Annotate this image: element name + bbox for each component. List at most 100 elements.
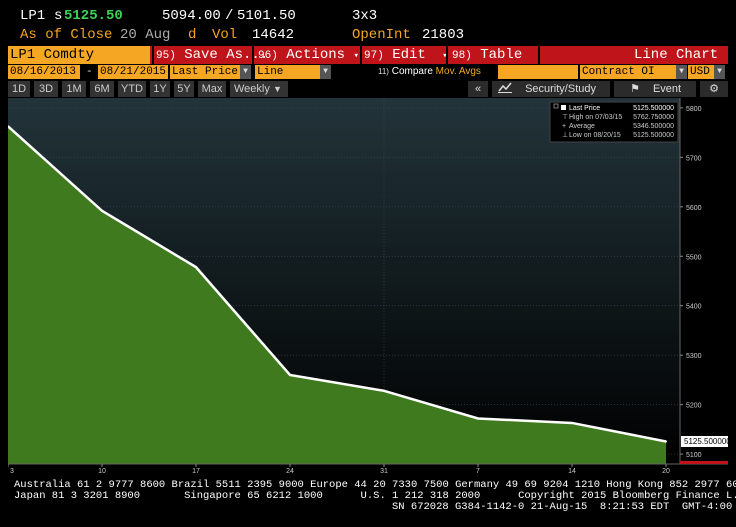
range-6m[interactable]: 6M	[90, 81, 114, 97]
chevron-down-icon[interactable]: ▼	[240, 65, 251, 79]
x-axis-marker	[680, 461, 728, 464]
actions-button[interactable]: 96) Actions ▾	[258, 46, 359, 64]
open-interest: 21803	[422, 27, 465, 43]
chevron-down-icon[interactable]: ▼	[676, 65, 687, 79]
range-1y[interactable]: 1Y	[150, 81, 170, 97]
chevron-down-icon[interactable]: ▼	[320, 65, 331, 79]
range-max[interactable]: Max	[198, 81, 226, 97]
edit-button[interactable]: 97) Edit ▾	[364, 46, 448, 64]
legend-high-label: High on 07/03/15	[569, 114, 622, 121]
chart-style-select[interactable]: Line	[255, 65, 320, 79]
data-point	[289, 373, 291, 376]
data-point	[477, 417, 479, 420]
date-range-dash: -	[86, 66, 93, 78]
last-value-label: 5125.500000	[684, 437, 728, 446]
event-button[interactable]: ⚑ Event	[614, 81, 696, 97]
toolbar-divider	[538, 46, 540, 64]
chevron-down-icon: ▾	[353, 51, 359, 61]
save-as-number: 95)	[156, 50, 176, 62]
x-tick-label: 20	[662, 468, 670, 475]
y-tick-label: 5500	[686, 254, 702, 261]
x-axis-ticks: 31017243171420Jul 2015Aug 2015	[7, 464, 670, 483]
legend-last-price-value: 5125.500000	[633, 105, 674, 112]
y-tick-label: 5600	[686, 205, 702, 212]
range-bar: 1D 3D 1M 6M YTD 1Y 5Y Max Weekly ▼ « Sec…	[8, 81, 728, 97]
collapse-button[interactable]: «	[468, 81, 488, 97]
table-button[interactable]: 98) Table	[452, 46, 522, 64]
security-study-button[interactable]: Security/Study	[492, 81, 610, 97]
x-tick-label: 24	[286, 468, 294, 475]
legend-swatch	[561, 105, 566, 110]
bid-ask-separator: /	[225, 8, 234, 24]
end-date-field[interactable]: 08/21/2015	[98, 65, 168, 79]
parameter-bar: 08/16/2013 - 08/21/2015 Last Price ▼ Lin…	[8, 65, 728, 79]
x-tick-label: 17	[192, 468, 200, 475]
edit-number: 97)	[364, 50, 384, 62]
ticker: LP1	[20, 8, 46, 24]
contract-select[interactable]: Contract OI	[580, 65, 676, 79]
y-axis-ticks: 5800 5700 5600 5500 5400 5300 5200 5100	[680, 106, 702, 459]
flag-icon: ⚑	[630, 83, 640, 95]
data-point	[195, 266, 197, 269]
range-5y[interactable]: 5Y	[174, 81, 194, 97]
legend-high-value: 5762.750000	[633, 114, 674, 121]
toolbar-divider	[252, 46, 254, 64]
data-point	[101, 209, 103, 212]
average-marker-icon: +	[562, 123, 566, 130]
y-tick-label: 5800	[686, 106, 702, 113]
toolbar-divider	[446, 46, 448, 64]
actions-number: 96)	[258, 50, 278, 62]
quote-line: LP1 s 5125.50 5094.00 / 5101.50 3x3	[0, 8, 736, 28]
y-tick-label: 5100	[686, 452, 702, 459]
volume: 14642	[252, 27, 295, 43]
function-toolbar: LP1 Comdty 95) Save As... 96) Actions ▾ …	[8, 46, 728, 64]
security-field[interactable]: LP1 Comdty	[8, 46, 150, 64]
y-tick-label: 5200	[686, 403, 702, 410]
chart-canvas: 5800 5700 5600 5500 5400 5300 5200 5100 3 10 17 24…	[7, 98, 731, 483]
compare-input[interactable]	[498, 65, 578, 79]
low-marker-icon: ⊥	[562, 132, 568, 139]
edit-label: Edit	[392, 47, 426, 63]
footer-line-3: SN 672028 G384-1142-0 21-Aug-15 8:21:53 …	[392, 501, 733, 513]
last-price: 5125.50	[64, 8, 123, 24]
close-line: As of Close 20 Aug d Vol 14642 OpenInt 2…	[0, 27, 736, 45]
table-label: Table	[480, 47, 523, 63]
period-select[interactable]: Weekly ▼	[230, 81, 288, 97]
chevron-down-icon[interactable]: ▼	[714, 65, 725, 79]
chevron-down-icon: ▼	[272, 84, 282, 94]
security-study-label: Security/Study	[525, 83, 596, 95]
range-1m[interactable]: 1M	[62, 81, 86, 97]
range-ytd[interactable]: YTD	[118, 81, 146, 97]
start-date-field[interactable]: 08/16/2013	[8, 65, 80, 79]
data-point	[571, 421, 573, 424]
data-point	[665, 440, 667, 443]
x-tick-label: 10	[98, 468, 106, 475]
compare-label: Compare	[391, 66, 433, 77]
chart-type-label: Line Chart	[633, 47, 718, 63]
compare-menu[interactable]: 11) Compare Mov. Avgs	[378, 65, 481, 79]
last-value-tag: 5125.500000	[681, 435, 731, 447]
y-tick-label: 5300	[686, 353, 702, 360]
close-date: 20 Aug	[120, 27, 171, 43]
bid-ask-size: 3x3	[352, 8, 378, 24]
range-3d[interactable]: 3D	[34, 81, 58, 97]
x-tick-label: 3	[10, 468, 14, 475]
legend-low-label: Low on 08/20/15	[569, 132, 621, 139]
range-1d[interactable]: 1D	[8, 81, 30, 97]
as-of-close-label: As of Close	[20, 27, 113, 43]
bid-price: 5094.00	[162, 8, 221, 24]
y-tick-label: 5700	[686, 155, 702, 162]
gear-icon[interactable]: ⚙	[700, 81, 728, 97]
high-marker-icon: ⊤	[562, 114, 568, 121]
price-prefix: s	[54, 8, 63, 24]
toolbar-divider	[360, 46, 362, 64]
compare-number: 11)	[378, 67, 389, 76]
data-point	[383, 389, 385, 392]
d-label: d	[188, 27, 197, 43]
price-field-select[interactable]: Last Price	[170, 65, 240, 79]
currency-select[interactable]: USD	[688, 65, 714, 79]
period-label: Weekly	[234, 83, 270, 95]
toolbar-divider	[152, 46, 154, 64]
chart-legend[interactable]: Last Price 5125.500000 ⊤ High on 07/03/1…	[549, 101, 679, 143]
x-tick-label: 7	[476, 468, 480, 475]
